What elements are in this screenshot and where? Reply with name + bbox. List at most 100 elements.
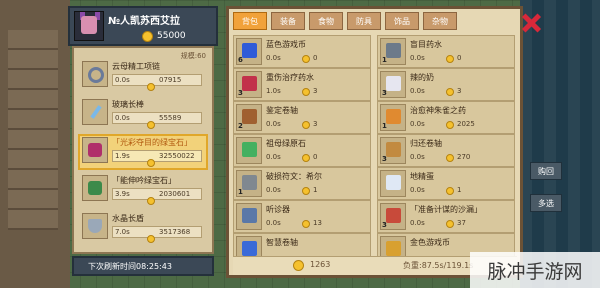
item-time: 0.0s bbox=[410, 153, 425, 161]
item-icon-shape bbox=[242, 76, 257, 91]
list-item[interactable]: 水晶长盾 7.0s 3517368 bbox=[80, 212, 206, 244]
item-icon: 1 bbox=[236, 170, 262, 197]
item-icon-shape bbox=[242, 109, 257, 124]
item-time: 0.0s bbox=[115, 114, 130, 122]
item-price: 13 bbox=[313, 219, 322, 227]
item-price: 270 bbox=[457, 153, 471, 161]
item-icon: 1 bbox=[380, 38, 406, 65]
inventory-item[interactable]: 6 蓝色游戏币 0.0s 0 bbox=[233, 35, 371, 68]
tab-bag[interactable]: 背包 bbox=[233, 12, 267, 30]
buyback-button[interactable]: 购回 bbox=[530, 162, 562, 180]
coin-icon bbox=[302, 220, 310, 228]
item-quantity: 2 bbox=[238, 122, 243, 130]
item-price: 3 bbox=[313, 120, 318, 128]
item-icon bbox=[236, 203, 262, 230]
item-name: 玻璃长棒 bbox=[112, 100, 144, 109]
item-time: 0.0s bbox=[266, 54, 281, 62]
refresh-text: 下次刷新时间08:25:43 bbox=[88, 262, 172, 271]
inventory-item[interactable]: 地精蛋 0.0s 1 bbox=[377, 167, 515, 200]
item-quantity: 3 bbox=[382, 89, 387, 97]
item-bar: 3.9s 2030601 bbox=[112, 188, 202, 205]
coin-icon bbox=[142, 30, 153, 42]
coin-icon bbox=[147, 152, 155, 171]
item-name: 「光彩夺目的绿宝石」 bbox=[112, 138, 192, 147]
inventory-item[interactable]: 3 辣的奶 0.0s 3 bbox=[377, 68, 515, 101]
item-name: 重伤治疗药水 bbox=[266, 73, 314, 82]
item-time: 0.0s bbox=[266, 219, 281, 227]
inventory-item[interactable]: 祖母绿原石 0.0s 0 bbox=[233, 134, 371, 167]
coin-icon bbox=[293, 260, 304, 271]
item-price: 2025 bbox=[457, 120, 475, 128]
item-quantity: 3 bbox=[238, 89, 243, 97]
tab-equipment[interactable]: 装备 bbox=[271, 12, 305, 30]
item-icon: 2 bbox=[236, 104, 262, 131]
inventory-grid: 6 蓝色游戏币 0.0s 0 1 盲目药水 0.0s 0 3 重伤治疗药水 1.0s 3 3 辣的奶 0.0… bbox=[233, 35, 517, 266]
item-time: 0.0s bbox=[410, 87, 425, 95]
avatar[interactable] bbox=[74, 11, 104, 41]
coin-icon bbox=[446, 55, 454, 63]
item-quantity: 3 bbox=[382, 221, 387, 229]
item-bar: 1.9s 32550022 bbox=[112, 150, 202, 167]
coin-icon bbox=[302, 187, 310, 195]
item-quantity: 1 bbox=[238, 188, 243, 196]
item-bar: 0.0s 07915 bbox=[112, 74, 202, 91]
footer-gold: 1263 bbox=[310, 260, 331, 269]
coin-icon bbox=[446, 121, 454, 129]
item-name: 云母精工项链 bbox=[112, 62, 160, 71]
item-time: 0.0s bbox=[410, 219, 425, 227]
tab-accessory[interactable]: 饰品 bbox=[385, 12, 419, 30]
inventory-item[interactable]: 1 盲目药水 0.0s 0 bbox=[377, 35, 515, 68]
item-bar: 0.0s 55589 bbox=[112, 112, 202, 129]
coin-icon bbox=[446, 187, 454, 195]
inventory-item[interactable]: 3 「准备计谋的沙漏」 0.0s 37 bbox=[377, 200, 515, 233]
inventory-item[interactable]: 1 破损符文：希尔 0.0s 1 bbox=[233, 167, 371, 200]
item-price: 3 bbox=[457, 87, 462, 95]
item-quantity: 1 bbox=[382, 122, 387, 130]
list-item[interactable]: 「能伸吟绿宝石」 3.9s 2030601 bbox=[80, 174, 206, 206]
inventory-item[interactable]: 3 重伤治疗药水 1.0s 3 bbox=[233, 68, 371, 101]
item-time: 0.0s bbox=[266, 153, 281, 161]
list-item-selected[interactable]: 「光彩夺目的绿宝石」 1.9s 32550022 bbox=[78, 134, 208, 170]
item-name: 地精蛋 bbox=[410, 172, 434, 181]
inventory-item[interactable]: 1 治愈神朱雀之药 0.0s 2025 bbox=[377, 101, 515, 134]
item-price: 3 bbox=[313, 87, 318, 95]
item-price: 32550022 bbox=[159, 152, 195, 160]
item-icon: 3 bbox=[380, 137, 406, 164]
item-time: 0.0s bbox=[115, 76, 130, 84]
list-item[interactable]: 玻璃长棒 0.0s 55589 bbox=[80, 98, 206, 130]
inventory-item[interactable]: 2 鉴定卷轴 0.0s 3 bbox=[233, 101, 371, 134]
tab-misc[interactable]: 杂物 bbox=[423, 12, 457, 30]
coin-icon bbox=[302, 121, 310, 129]
item-price: 2030601 bbox=[159, 190, 191, 198]
item-icon-shape bbox=[386, 142, 401, 157]
item-icon-shape bbox=[242, 208, 257, 223]
gold-value: 55000 bbox=[157, 31, 186, 41]
watermark-text: 脉冲手游网 bbox=[470, 252, 600, 288]
item-time: 0.0s bbox=[266, 186, 281, 194]
inventory-item[interactable]: 听诊器 0.0s 13 bbox=[233, 200, 371, 233]
inventory-item[interactable]: 3 归还卷轴 0.0s 270 bbox=[377, 134, 515, 167]
item-time: 7.0s bbox=[115, 228, 130, 236]
item-quantity: 3 bbox=[382, 155, 387, 163]
item-price: 3517368 bbox=[159, 228, 191, 236]
tab-food[interactable]: 食物 bbox=[309, 12, 343, 30]
item-price: 0 bbox=[457, 54, 462, 62]
right-scene-area bbox=[520, 0, 600, 288]
item-price: 37 bbox=[457, 219, 466, 227]
gem-shape bbox=[88, 143, 102, 157]
tab-armor[interactable]: 防具 bbox=[347, 12, 381, 30]
necklace-icon-shape bbox=[88, 67, 104, 83]
item-icon-shape bbox=[242, 142, 257, 157]
character-face bbox=[81, 16, 97, 34]
glass-staff-icon bbox=[82, 99, 108, 125]
emerald-green-icon bbox=[82, 175, 108, 201]
item-time: 1.0s bbox=[266, 87, 281, 95]
close-icon[interactable] bbox=[520, 12, 542, 34]
multi-select-button[interactable]: 多选 bbox=[530, 194, 562, 212]
list-item[interactable]: 云母精工项链 0.0s 07915 bbox=[80, 60, 206, 92]
coin-icon bbox=[147, 76, 155, 95]
item-name: 治愈神朱雀之药 bbox=[410, 106, 466, 115]
shop-shelf-wall bbox=[0, 0, 70, 288]
item-icon-shape bbox=[386, 208, 401, 223]
item-price: 07915 bbox=[159, 76, 182, 84]
